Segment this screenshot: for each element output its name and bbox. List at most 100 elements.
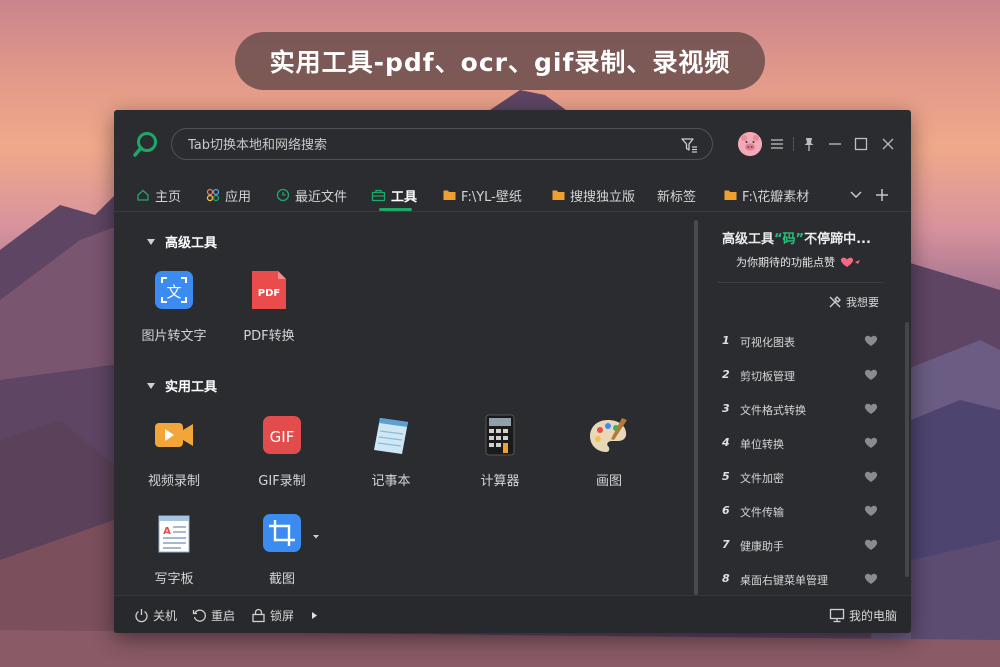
my-computer-button[interactable]: 我的电脑 [829,607,897,624]
folder-icon [443,190,456,200]
tab-recent-files[interactable]: 最近文件 [276,178,347,212]
tool-wordpad[interactable]: A 写字板 [124,512,224,587]
vote-item[interactable]: 2 剪切板管理 [708,366,898,386]
my-computer-label: 我的电脑 [849,609,898,623]
vote-item[interactable]: 4 单位转换 [708,434,898,454]
tool-notepad[interactable]: 记事本 [341,414,441,489]
vote-item[interactable]: 5 文件加密 [708,468,898,488]
tool-paint[interactable]: 画图 [559,414,659,489]
vote-feature-name: 剪切板管理 [740,370,795,383]
close-icon[interactable] [880,136,896,152]
tool-label: 截图 [268,572,295,587]
section-title: 实用工具 [165,380,218,395]
minimize-icon[interactable] [827,136,843,152]
tools-scrollbar[interactable] [694,220,698,595]
vote-feature-name: 桌面右键菜单管理 [740,574,828,587]
tool-video-record[interactable]: 视频录制 [124,414,224,489]
avatar[interactable] [738,132,762,156]
apps-icon [206,188,220,202]
search-box[interactable] [171,128,713,160]
tab-home[interactable]: 主页 [136,178,181,212]
like-heart-icon[interactable] [864,334,878,347]
vote-feature-name: 文件传输 [740,506,784,519]
screenshot-dropdown-icon[interactable] [312,534,320,540]
tool-label: GIF录制 [258,474,306,489]
tab-new[interactable]: 新标签 [657,178,696,212]
vote-rank: 2 [722,368,730,381]
search-input[interactable] [186,134,670,156]
tool-label: PDF转换 [243,329,295,344]
tab-folder-yl-wallpaper[interactable]: F:\YL-壁纸 [443,178,522,212]
svg-text:A: A [163,526,171,537]
lock-screen-button[interactable]: 锁屏 [251,607,294,624]
vote-item[interactable]: 7 健康助手 [708,536,898,556]
tool-gif-record[interactable]: GIF GIF录制 [232,414,332,489]
titlebar-separator [793,137,794,151]
gif-icon: GIF [263,416,301,454]
tab-bar: 主页 应用 最近文件 工具 F:\YL-壁纸 搜搜独立版 新标签 F:\花瓣素材 [114,178,911,212]
expand-arrow-icon[interactable] [311,611,318,620]
svg-text:文: 文 [166,283,181,301]
maximize-icon[interactable] [853,136,869,152]
video-camera-icon [155,423,193,447]
vote-scrollbar[interactable] [905,322,909,577]
tab-folder-huaban[interactable]: F:\花瓣素材 [724,178,809,212]
like-heart-icon[interactable] [864,402,878,415]
folder-icon [552,190,565,200]
vote-subtitle-text: 为你期待的功能点赞 [736,256,835,269]
vote-item[interactable]: 1 可视化图表 [708,332,898,352]
promo-banner: 实用工具-pdf、ocr、gif录制、录视频 [235,32,765,90]
like-heart-icon[interactable] [864,436,878,449]
lock-label: 锁屏 [270,609,295,623]
vote-rank: 4 [722,436,730,449]
filter-icon[interactable] [680,136,698,154]
tab-tools[interactable]: 工具 [371,178,417,212]
tool-label: 视频录制 [147,474,200,489]
tool-label: 计算器 [480,474,520,489]
heart-icon [840,257,860,267]
like-heart-icon[interactable] [864,368,878,381]
tool-label: 画图 [595,474,622,489]
chevron-down-icon[interactable] [850,190,862,200]
tools-panel: 高级工具 文 图片转文字 PDF PDF转换 实用工具 视频录制 GIF GIF… [114,212,694,595]
vote-item[interactable]: 6 文件传输 [708,502,898,522]
vote-item[interactable]: 8 桌面右键菜单管理 [708,570,898,590]
collapse-triangle-icon [147,238,155,245]
like-heart-icon[interactable] [864,572,878,585]
tool-calculator[interactable]: 计算器 [450,414,550,489]
vote-item[interactable]: 3 文件格式转换 [708,400,898,420]
vote-feature-name: 可视化图表 [740,336,795,349]
tool-pdf-convert[interactable]: PDF PDF转换 [219,269,319,344]
shutdown-button[interactable]: 关机 [134,607,177,624]
wish-button[interactable]: 我想要 [828,294,879,310]
vote-rank: 1 [722,334,730,347]
tool-screenshot[interactable]: 截图 [232,512,332,587]
collapse-triangle-icon [147,382,155,389]
menu-icon[interactable] [769,136,785,152]
pig-avatar-icon [738,132,762,156]
restart-label: 重启 [211,609,236,623]
restart-button[interactable]: 重启 [192,607,235,624]
tab-label: F:\花瓣素材 [742,189,810,205]
vote-rank: 7 [722,538,730,551]
vote-rank: 6 [722,504,730,517]
toolbox-icon [371,189,386,202]
pin-icon[interactable] [801,136,817,152]
section-advanced-tools[interactable]: 高级工具 [147,232,217,251]
clock-icon [276,188,290,202]
notepad-icon [374,418,408,454]
like-heart-icon[interactable] [864,470,878,483]
search-logo-icon[interactable] [132,131,160,159]
tab-label: 新标签 [657,189,697,205]
banner-text: 实用工具-pdf、ocr、gif录制、录视频 [269,48,731,77]
tab-label: 搜搜独立版 [570,189,636,205]
tab-label: 主页 [155,189,182,205]
like-heart-icon[interactable] [864,504,878,517]
section-practical-tools[interactable]: 实用工具 [147,376,217,395]
add-tab-icon[interactable] [875,188,889,202]
home-icon [137,189,149,201]
tab-apps[interactable]: 应用 [206,178,251,212]
tab-folder-soso[interactable]: 搜搜独立版 [552,178,635,212]
like-heart-icon[interactable] [864,538,878,551]
tool-image-to-text[interactable]: 文 图片转文字 [124,269,224,344]
